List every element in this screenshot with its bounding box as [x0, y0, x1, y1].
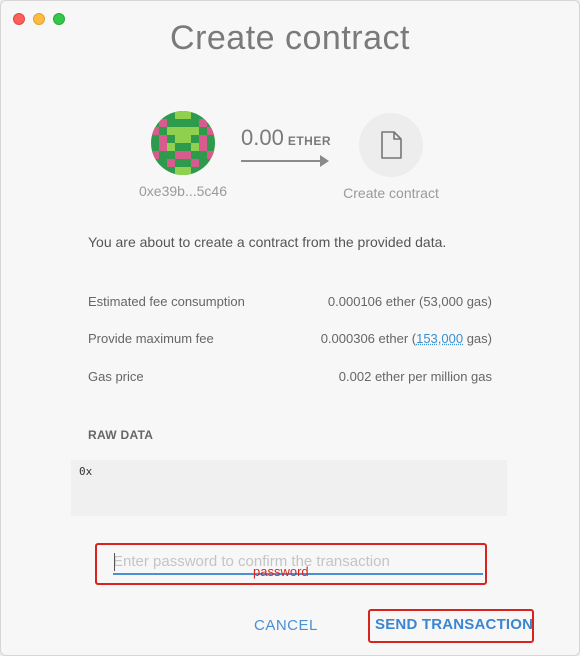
- transfer-amount: 0.00 ETHER: [241, 125, 331, 167]
- gas-limit-link[interactable]: 153,000: [416, 331, 463, 346]
- page-title: Create contract: [170, 19, 410, 57]
- maximum-fee-suffix: gas): [463, 331, 492, 346]
- send-transaction-button[interactable]: SEND TRANSACTION: [375, 616, 533, 633]
- gas-price-value: 0.002 ether per million gas: [338, 369, 492, 384]
- from-account: 0xe39b...5c46: [139, 111, 227, 199]
- create-contract-window: Create contract 0xe39b...5c46 0.00 ETHER…: [0, 0, 580, 656]
- description-text: You are about to create a contract from …: [88, 234, 447, 250]
- to-label: Create contract: [343, 185, 439, 201]
- raw-data-label: RAW DATA: [88, 428, 154, 442]
- estimated-fee-label: Estimated fee consumption: [88, 294, 245, 309]
- gas-price-label: Gas price: [88, 369, 144, 384]
- maximum-fee-value: 0.000306 ether (153,000 gas): [321, 331, 492, 346]
- maximum-fee-label: Provide maximum fee: [88, 331, 214, 346]
- amount-unit: ETHER: [287, 134, 331, 148]
- from-address: 0xe39b...5c46: [139, 183, 227, 199]
- account-identicon: [151, 111, 215, 175]
- cancel-button[interactable]: CANCEL: [254, 617, 318, 634]
- text-caret: [114, 553, 115, 571]
- to-target: Create contract: [337, 113, 445, 201]
- document-icon: [359, 113, 423, 177]
- amount-value: 0.00: [241, 125, 284, 150]
- password-annotation: password: [253, 564, 309, 579]
- estimated-fee-value: 0.000106 ether (53,000 gas): [327, 294, 492, 309]
- maximum-fee-prefix: 0.000306 ether (: [320, 331, 417, 346]
- raw-data-field[interactable]: 0x: [71, 460, 507, 516]
- arrow-right-icon: [241, 155, 329, 167]
